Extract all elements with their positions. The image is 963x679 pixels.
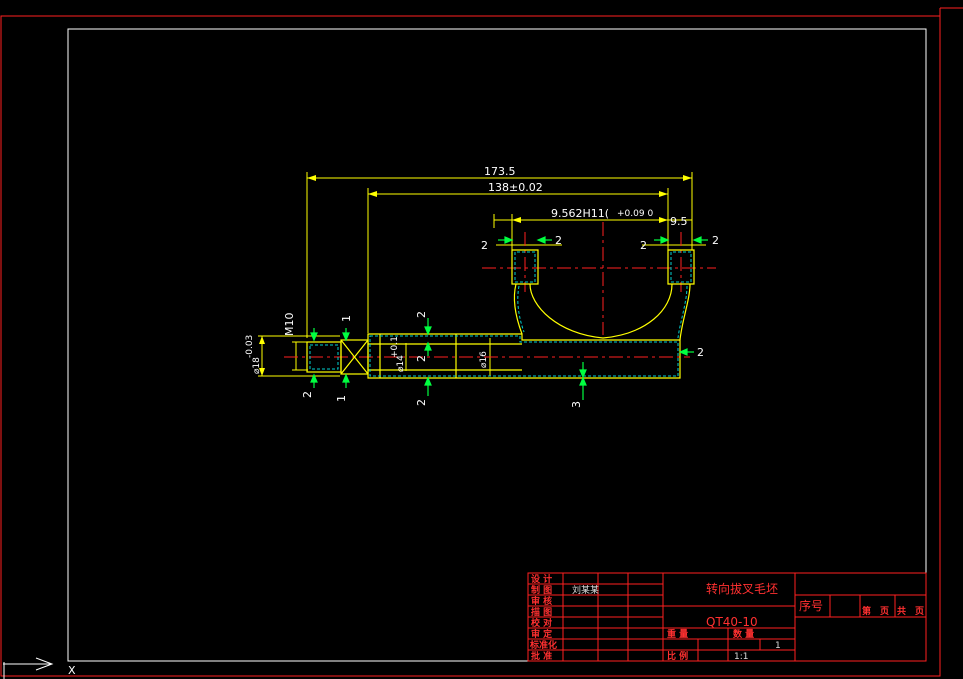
tb-label-drawing: 制 图 — [531, 584, 552, 596]
dim-bore-tol: +0.1 — [390, 336, 400, 358]
tb-label-approve: 审 定 — [531, 628, 553, 640]
tb-label-trace: 描 图 — [531, 606, 552, 618]
tb-label-check: 校 对 — [531, 617, 552, 629]
dim-center-distance: 138±0.02 — [488, 181, 543, 194]
tb-scale-value: 1:1 — [734, 652, 748, 662]
tb-label-ratify: 批 准 — [531, 650, 552, 662]
allow-bottom-3: 3 — [570, 401, 583, 408]
tb-quantity-value: 1 — [775, 641, 781, 651]
drawing-frame — [67, 28, 927, 662]
dim-fork-width: 9.562H11( — [551, 207, 609, 220]
tb-page-no-label: 第 — [862, 605, 871, 617]
tb-weight-label: 重 量 — [667, 628, 688, 640]
tb-designer-name: 刘某某 — [572, 584, 599, 596]
tb-total-unit-label: 页 — [915, 606, 924, 617]
dim-shaft-dia: ⌀18 — [252, 357, 262, 374]
cad-drawing-canvas[interactable]: 173.5 138±0.02 9.562H11( +0.09 0 9.5 2 2… — [0, 0, 963, 679]
tb-label-standard: 标准化 — [529, 639, 557, 651]
tb-material: QT40-10 — [706, 615, 758, 629]
ucs-x-label: X — [68, 664, 76, 677]
allow-bottom-left-1: 1 — [335, 395, 348, 402]
dim-inner-dia: ⌀16 — [479, 351, 489, 368]
tb-label-design: 设 计 — [531, 573, 552, 585]
dim-thread: M10 — [283, 313, 296, 337]
allow-bottom-mid-2: 2 — [415, 399, 428, 406]
allow-top-mid-2: 2 — [415, 311, 428, 318]
dim-fork-tolerance: +0.09 0 — [617, 209, 653, 219]
allow-mid-2: 2 — [415, 355, 428, 362]
tb-seq-label: 序号 — [799, 598, 823, 613]
dim-slot-width: 9.5 — [670, 215, 688, 228]
outer-sheet-border — [0, 15, 941, 677]
dim-fork-right-inner-2: 2 — [640, 239, 647, 252]
tb-page-unit-label: 页 — [880, 606, 889, 617]
dim-overall-length: 173.5 — [484, 165, 516, 178]
part-outline — [306, 249, 695, 379]
dim-fork-right-2: 2 — [712, 234, 719, 247]
tb-part-name: 转向拔叉毛坯 — [706, 581, 778, 596]
dimension-arrows — [259, 175, 692, 376]
allow-bottom-stub-2: 2 — [301, 391, 314, 398]
dim-shaft-tol: -0.03 — [245, 335, 255, 358]
tb-quantity-label: 数 量 — [733, 628, 754, 640]
dim-fork-left-2: 2 — [481, 239, 488, 252]
tb-scale-label: 比 例 — [667, 650, 688, 662]
allow-right-2: 2 — [697, 346, 704, 359]
center-lines — [284, 222, 716, 358]
dim-fork-left-inner-2: 2 — [555, 234, 562, 247]
tb-total-label: 共 — [897, 605, 906, 617]
allow-top-left-1: 1 — [340, 315, 353, 322]
tb-label-review: 审 核 — [531, 595, 552, 607]
